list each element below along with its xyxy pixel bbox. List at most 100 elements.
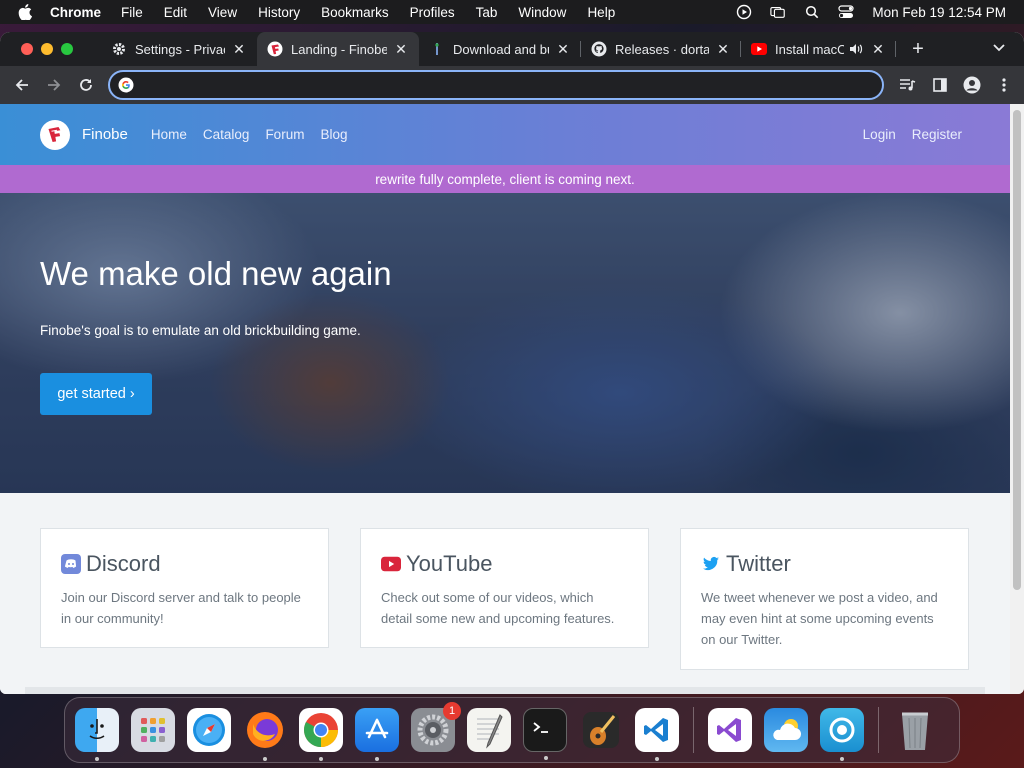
tab-youtube-install[interactable]: Install macOS ✕	[741, 32, 896, 66]
address-bar[interactable]	[108, 70, 884, 100]
menu-edit[interactable]: Edit	[164, 5, 187, 20]
tab-label: Settings - Privacy	[135, 41, 225, 57]
apple-icon[interactable]	[18, 4, 36, 20]
scrollbar-thumb[interactable]	[1013, 110, 1021, 590]
profile-icon[interactable]	[962, 75, 982, 95]
close-window-button[interactable]	[21, 43, 33, 55]
announcement-banner: rewrite fully complete, client is coming…	[0, 165, 1010, 193]
youtube-icon	[751, 41, 767, 57]
app-store-icon[interactable]	[355, 708, 399, 761]
finder-icon[interactable]	[75, 708, 119, 761]
twitter-icon	[701, 554, 721, 574]
tab-close-icon[interactable]: ✕	[555, 41, 571, 58]
menu-app-name[interactable]: Chrome	[50, 5, 101, 20]
dock-separator	[878, 707, 879, 753]
menu-file[interactable]: File	[121, 5, 143, 20]
chrome-icon[interactable]	[299, 708, 343, 761]
media-controls-icon[interactable]	[898, 75, 918, 95]
github-icon	[591, 41, 607, 57]
nav-home[interactable]: Home	[151, 127, 187, 142]
hero-subtitle: Finobe's goal is to emulate an old brick…	[40, 323, 361, 338]
wand-icon	[429, 41, 445, 57]
tab-download[interactable]: Download and bu ✕	[419, 32, 581, 66]
kebab-menu-icon[interactable]	[994, 75, 1014, 95]
new-tab-button[interactable]: +	[906, 38, 930, 61]
spotlight-search-icon[interactable]	[804, 4, 820, 20]
tab-label: Install macOS	[775, 41, 844, 57]
menu-history[interactable]: History	[258, 5, 300, 20]
vscode-icon[interactable]	[635, 708, 679, 761]
menu-bookmarks[interactable]: Bookmarks	[321, 5, 389, 20]
menu-profiles[interactable]: Profiles	[410, 5, 455, 20]
browser-toolbar	[0, 66, 1024, 104]
card-text: Join our Discord server and talk to peop…	[61, 590, 301, 626]
garageband-icon[interactable]	[579, 708, 623, 752]
trash-icon[interactable]	[893, 708, 937, 752]
menu-clock[interactable]: Mon Feb 19 12:54 PM	[872, 5, 1006, 20]
menu-view[interactable]: View	[208, 5, 237, 20]
tab-close-icon[interactable]: ✕	[870, 41, 886, 58]
address-input[interactable]	[142, 77, 842, 93]
nav-login[interactable]: Login	[863, 127, 896, 142]
tab-finobe-landing[interactable]: Landing - Finobe ✕	[257, 32, 419, 66]
google-icon	[118, 77, 134, 93]
site-brand[interactable]: Finobe	[82, 126, 128, 143]
tab-strip: Settings - Privacy ✕ Landing - Finobe ✕ …	[0, 32, 1024, 66]
card-title[interactable]: Discord	[86, 551, 161, 577]
menu-bar: Chrome File Edit View History Bookmarks …	[0, 0, 1024, 24]
tab-close-icon[interactable]: ✕	[715, 41, 731, 58]
tab-label: Releases · dortar	[615, 41, 709, 57]
play-circle-icon[interactable]	[736, 4, 752, 20]
finobe-logo-icon[interactable]	[40, 119, 70, 150]
screen-mirroring-icon[interactable]	[770, 4, 786, 20]
tab-close-icon[interactable]: ✕	[231, 41, 247, 58]
audio-playing-icon[interactable]	[848, 41, 864, 57]
proxyman-icon[interactable]	[820, 708, 864, 761]
textedit-icon[interactable]	[467, 708, 511, 752]
nav-blog[interactable]: Blog	[320, 127, 347, 142]
dock: 1	[64, 697, 960, 763]
tab-github-releases[interactable]: Releases · dortar ✕	[581, 32, 741, 66]
twitter-card: Twitter We tweet whenever we post a vide…	[680, 528, 969, 670]
tab-label: Download and bu	[453, 41, 549, 57]
nav-register[interactable]: Register	[912, 127, 962, 142]
tab-settings[interactable]: Settings - Privacy ✕	[101, 32, 257, 66]
zoom-window-button[interactable]	[61, 43, 73, 55]
section-divider	[25, 687, 985, 694]
menu-window[interactable]: Window	[518, 5, 566, 20]
menu-tab[interactable]: Tab	[476, 5, 498, 20]
control-center-icon[interactable]	[838, 4, 855, 20]
hero-title: We make old new again	[40, 255, 392, 292]
visual-studio-icon[interactable]	[708, 708, 752, 752]
youtube-icon	[381, 554, 401, 574]
dock-separator	[693, 707, 694, 753]
notification-badge: 1	[443, 702, 461, 720]
gear-icon	[111, 41, 127, 57]
page-scrollbar[interactable]	[1010, 104, 1024, 694]
terminal-icon[interactable]	[523, 708, 567, 760]
nav-catalog[interactable]: Catalog	[203, 127, 250, 142]
card-text: We tweet whenever we post a video, and m…	[701, 590, 938, 647]
hero-section: We make old new again Finobe's goal is t…	[0, 193, 1010, 493]
launchpad-icon[interactable]	[131, 708, 175, 752]
tab-search-chevron-icon[interactable]	[992, 40, 1008, 58]
menu-help[interactable]: Help	[587, 5, 615, 20]
page-viewport: Finobe Home Catalog Forum Blog Login Reg…	[0, 104, 1010, 694]
card-title[interactable]: YouTube	[406, 551, 492, 577]
weather-icon[interactable]	[764, 708, 808, 752]
firefox-icon[interactable]	[243, 708, 287, 761]
reload-icon[interactable]	[76, 75, 96, 95]
safari-icon[interactable]	[187, 708, 231, 752]
back-arrow-icon[interactable]	[12, 75, 32, 95]
discord-icon	[61, 554, 81, 574]
get-started-button[interactable]: get started ›	[40, 373, 152, 415]
minimize-window-button[interactable]	[41, 43, 53, 55]
discord-card: Discord Join our Discord server and talk…	[40, 528, 329, 648]
side-panel-icon[interactable]	[930, 75, 950, 95]
card-title[interactable]: Twitter	[726, 551, 791, 577]
tab-label: Landing - Finobe	[291, 41, 387, 57]
tab-close-icon[interactable]: ✕	[393, 41, 409, 58]
nav-forum[interactable]: Forum	[265, 127, 304, 142]
forward-arrow-icon[interactable]	[44, 75, 64, 95]
system-settings-icon[interactable]: 1	[411, 702, 461, 752]
